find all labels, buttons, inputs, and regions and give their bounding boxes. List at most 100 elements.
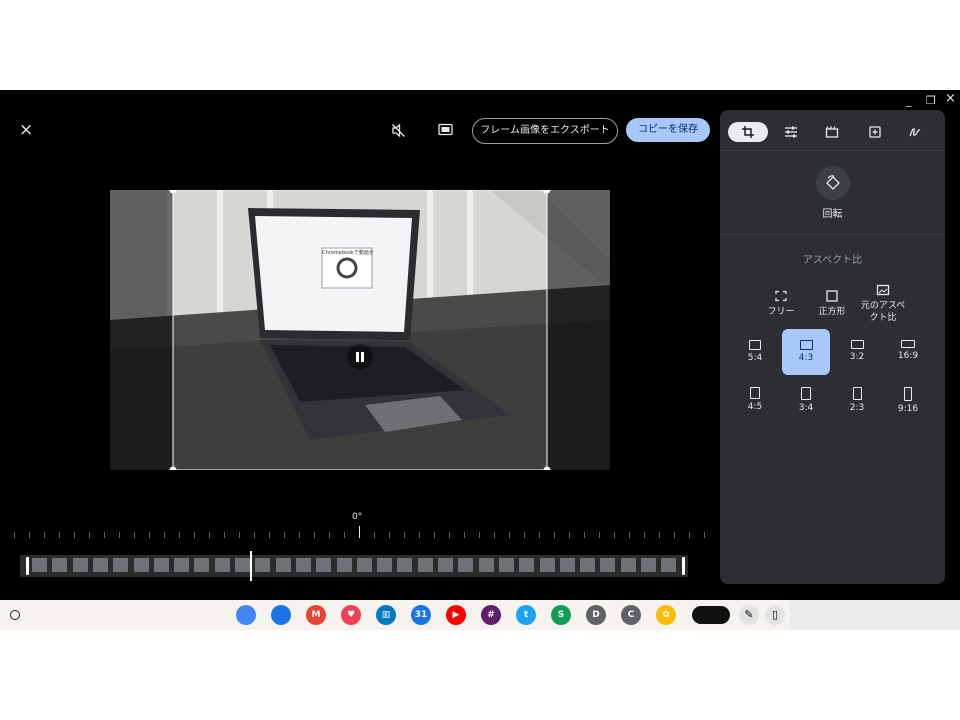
close-icon[interactable]: × (19, 120, 33, 140)
shelf-app-pocket-icon[interactable]: ♥ (341, 605, 361, 625)
tab-clip[interactable] (817, 122, 847, 142)
aspect-original-option[interactable]: 元のアスペクト比 (857, 284, 909, 324)
timeline-frame (316, 558, 332, 572)
shelf: M ♥ ▥ 31 ▶ # t S D C ✿ ✎ ▯ (0, 600, 960, 630)
ruler-tick (479, 532, 480, 538)
ratio-label: 16:9 (897, 351, 919, 361)
ruler-tick (149, 532, 150, 538)
aspect-ratio-2-3[interactable]: 2:3 (833, 376, 881, 422)
rotation-angle: 0° (352, 512, 363, 522)
ratio-shape-icon (852, 387, 862, 400)
timeline-frame (235, 558, 250, 572)
timeline-frame (417, 558, 433, 572)
app-glyph: M (311, 610, 321, 620)
timeline-frame (377, 558, 393, 572)
aspect-ratio-4-5[interactable]: 4:5 (731, 376, 779, 422)
window-close-button[interactable]: × (945, 91, 956, 106)
app-glyph: # (487, 610, 495, 620)
aspect-ratio-3-4[interactable]: 3:4 (782, 376, 830, 422)
ratio-label: 5:4 (747, 353, 763, 363)
tab-draw[interactable] (900, 122, 930, 142)
shelf-app-d-app-icon[interactable]: D (586, 605, 606, 625)
timeline-frame (275, 558, 291, 572)
shelf-app-youtube-icon[interactable]: ▶ (446, 605, 466, 625)
timeline-frame (580, 558, 596, 572)
shelf-app-photos-icon[interactable]: ✿ (656, 605, 676, 625)
timeline-frame (336, 558, 352, 572)
timeline-frame (32, 558, 47, 572)
ruler-tick (179, 532, 180, 538)
shelf-app-trello-icon[interactable]: ▥ (376, 605, 396, 625)
picture-icon[interactable] (438, 123, 453, 137)
shelf-app-c-app-icon[interactable]: C (621, 605, 641, 625)
ruler-tick (29, 532, 30, 538)
export-frame-button[interactable]: フレーム画像をエクスポート (472, 118, 618, 144)
crop-rotate-icon (742, 126, 754, 138)
timeline-frame (295, 558, 311, 572)
app-glyph: C (627, 610, 635, 620)
ruler-tick (599, 532, 600, 538)
app-glyph: t (523, 610, 529, 620)
save-copy-button[interactable]: コピーを保存 (626, 118, 710, 142)
aspect-ratio-16-9[interactable]: 16:9 (884, 329, 932, 375)
ratio-shape-icon (904, 387, 912, 401)
tab-add[interactable] (860, 122, 890, 142)
ruler-tick (524, 532, 525, 538)
window-minimize-button[interactable]: _ (906, 94, 912, 107)
ruler-tick (134, 532, 135, 538)
status-area[interactable] (790, 600, 960, 630)
ruler-tick (329, 532, 330, 538)
shelf-app-twitter-icon[interactable]: t (516, 605, 536, 625)
shelf-app-sheet-icon[interactable]: S (551, 605, 571, 625)
ruler-tick (59, 532, 60, 538)
option-label: 正方形 (818, 307, 846, 317)
ruler-tick (344, 532, 345, 538)
edit-panel: 回転 アスペクト比 フリー 正方形 元のアスペクト比 5:4 4:3 3:2 16:9… (720, 110, 945, 584)
launcher-button[interactable] (10, 610, 20, 620)
phone-hub-icon[interactable]: ▯ (765, 605, 785, 625)
aspect-ratio-9-16[interactable]: 9:16 (884, 376, 932, 422)
stylus-icon[interactable]: ✎ (739, 605, 759, 625)
tab-crop-rotate[interactable] (728, 122, 768, 142)
ruler-tick (314, 532, 315, 538)
add-box-icon (869, 126, 881, 138)
tab-adjust[interactable] (776, 122, 806, 142)
timeline-strip[interactable] (20, 551, 688, 581)
pause-button[interactable] (347, 344, 373, 370)
aspect-ratio-3-2[interactable]: 3:2 (833, 329, 881, 375)
ratio-label: 9:16 (897, 404, 919, 414)
timeline-frame (153, 558, 169, 572)
timeline-frame (133, 558, 149, 572)
shelf-app-calendar-icon[interactable]: 31 (411, 605, 431, 625)
timeline-frame (397, 558, 413, 572)
ruler-tick (299, 532, 300, 538)
timeline-frame (214, 558, 230, 572)
shelf-app-slack-icon[interactable]: # (481, 605, 501, 625)
ruler-tick (539, 532, 540, 538)
aspect-ratio-4-3[interactable]: 4:3 (782, 329, 830, 375)
rotation-ruler[interactable] (14, 526, 706, 538)
free-crop-icon (775, 290, 787, 302)
ruler-tick (284, 532, 285, 538)
timeline-end-handle[interactable] (682, 557, 685, 575)
aspect-square-option[interactable]: 正方形 (806, 290, 858, 318)
timeline-start-handle[interactable] (26, 557, 29, 575)
shelf-app-gmail-icon[interactable]: M (306, 605, 326, 625)
volume-off-icon[interactable] (391, 123, 406, 138)
aspect-free-option[interactable]: フリー (755, 290, 807, 318)
ruler-tick (389, 532, 390, 538)
ruler-tick (614, 532, 615, 538)
window-restore-button[interactable]: ❐ (926, 94, 936, 107)
video-frame-image: Chromebookで動画を (110, 190, 610, 470)
shelf-app-chrome-icon[interactable] (236, 605, 256, 625)
playhead[interactable] (250, 551, 252, 581)
ruler-tick (644, 532, 645, 538)
shelf-app-files-icon[interactable] (271, 605, 291, 625)
ruler-tick (44, 532, 45, 538)
aspect-ratio-5-4[interactable]: 5:4 (731, 329, 779, 375)
rotate-button[interactable] (816, 166, 850, 200)
ruler-tick (359, 526, 360, 538)
timeline-frame (620, 558, 636, 572)
ruler-tick (554, 532, 555, 538)
ratio-label: 4:3 (798, 353, 814, 363)
